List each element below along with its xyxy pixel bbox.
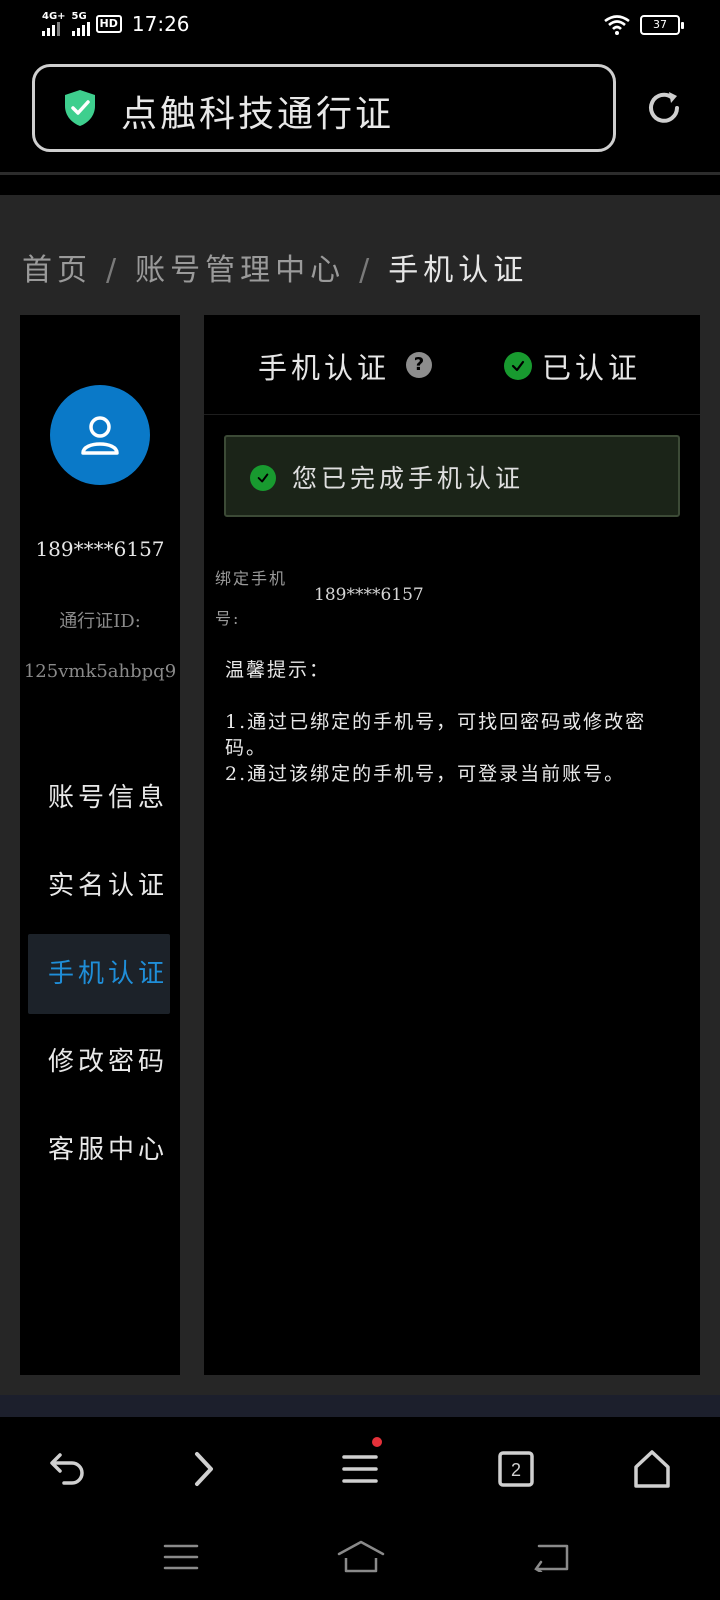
sidebar-item-phone-verify[interactable]: 手机认证 [28,934,170,1014]
menu-icon [342,1455,378,1483]
breadcrumb-separator: / [106,253,122,288]
forward-button[interactable] [176,1441,232,1497]
back-arrow-icon [534,1544,569,1572]
network-label-2: 5G [71,11,87,22]
clock: 17:26 [131,12,190,36]
home-button[interactable] [624,1441,680,1497]
status-left: 4G+ 5G HD 17:26 [42,12,190,36]
sidebar-item-support[interactable]: 客服中心 [28,1110,170,1190]
tab-count: 2 [511,1460,521,1480]
browser-toolbar: 2 [0,1417,720,1517]
page-bottom-edge [0,1395,720,1417]
tip-item: 2.通过该绑定的手机号，可登录当前账号。 [225,763,626,785]
shield-check-icon [65,90,95,126]
tips-title: 温馨提示： [225,659,331,681]
tip-item: 1.通过已绑定的手机号，可找回密码或修改密码。 [225,711,647,759]
menu-button[interactable] [332,1437,388,1497]
system-navigation [0,1517,720,1600]
signal-5g: 5G [71,11,90,36]
check-circle-icon [504,352,532,380]
status-right: 37 [604,15,684,35]
bind-phone-label: 绑定手机号: [215,569,288,628]
status-bar: 4G+ 5G HD 17:26 37 [0,0,720,52]
breadcrumb-separator: / [359,253,375,288]
sidebar: 189****6157 通行证ID: 125vmk5ahbpq9 账号信息 实名… [20,315,180,1375]
reload-icon[interactable] [644,88,684,128]
signal-bars-icon [71,22,90,36]
web-page: 首页 / 账号管理中心 / 手机认证 189****6157 通行证ID: 125vmk… [0,195,720,1395]
help-icon[interactable]: ? [406,352,432,378]
success-alert: 您已完成手机认证 [224,435,680,517]
battery-icon: 37 [640,15,684,35]
bind-phone-value: 189****6157 [314,585,424,605]
signal-bars-icon [42,22,60,36]
home-icon [337,1540,385,1573]
notification-dot [372,1437,382,1447]
check-circle-icon [250,465,276,491]
passport-id: 125vmk5ahbpq9 [23,661,177,682]
user-phone: 189****6157 [35,537,165,561]
system-back-button[interactable] [516,1535,586,1579]
user-icon [81,416,119,455]
sidebar-item-real-name[interactable]: 实名认证 [28,846,170,926]
tabs-button[interactable]: 2 [488,1441,544,1497]
address-bar[interactable]: 点触科技通行证 [32,64,616,152]
forward-arrow-icon [195,1452,213,1486]
menu-icon [163,1544,199,1570]
back-button[interactable] [40,1441,96,1497]
back-arrow-icon [50,1453,84,1485]
panel-header: 手机认证 ? 已认证 [204,315,700,415]
hd-voice-icon: HD [95,15,122,33]
network-label-1: 4G+ [42,11,66,22]
breadcrumb-account[interactable]: 账号管理中心 [135,253,345,288]
panel-title: 手机认证 [258,351,391,385]
alert-message: 您已完成手机认证 [292,464,525,493]
tips-section: 温馨提示： 1.通过已绑定的手机号，可找回密码或修改密码。 2.通过该绑定的手机… [225,657,685,787]
system-home-button[interactable] [326,1535,396,1579]
breadcrumb-current: 手机认证 [388,253,529,288]
address-title: 点触科技通行证 [121,94,395,135]
avatar [50,385,150,485]
tabs-icon: 2 [498,1451,534,1487]
verified-label: 已认证 [542,351,642,385]
sidebar-item-change-password[interactable]: 修改密码 [28,1022,170,1102]
breadcrumb-home[interactable]: 首页 [22,253,92,288]
divider [0,172,720,175]
sidebar-item-account-info[interactable]: 账号信息 [28,758,170,838]
passport-id-label: 通行证ID: [59,611,141,632]
breadcrumb: 首页 / 账号管理中心 / 手机认证 [22,245,528,289]
home-icon [634,1450,670,1488]
verified-status: 已认证 [504,345,641,387]
recent-apps-button[interactable] [146,1535,216,1579]
wifi-icon [604,15,630,35]
main-panel: 手机认证 ? 已认证 您已完成手机认证 绑定手机号: 189****6157 温… [204,315,700,1375]
signal-4g: 4G+ [42,12,66,36]
